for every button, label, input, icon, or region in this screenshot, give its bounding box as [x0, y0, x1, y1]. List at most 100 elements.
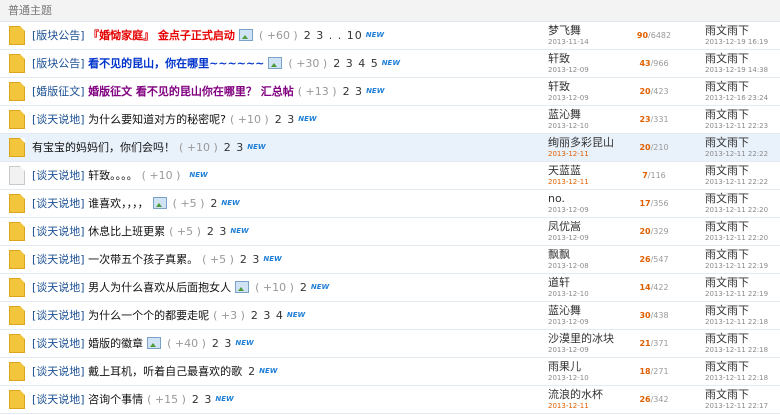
thread-subject-link[interactable]: 为什么要知道对方的秘密呢?	[88, 113, 226, 126]
last-poster-link[interactable]: 雨文雨下	[705, 24, 779, 37]
thread-row[interactable]: [版块公告] 『婚恸家庭』 金点子正式启动 ( +60 ) 2 3 . . 10 NE…	[0, 22, 780, 50]
last-post-time[interactable]: 2013-12-11 22:20	[705, 205, 779, 216]
author-link[interactable]: 轩致	[548, 80, 638, 93]
page-links[interactable]: 2 3 4 5	[333, 57, 378, 70]
author-link[interactable]: 蓝沁舞	[548, 108, 638, 121]
thread-subject-link[interactable]: 咨询个事情	[88, 393, 143, 406]
last-post-time[interactable]: 2013-12-19 14:38	[705, 65, 779, 76]
thread-category-link[interactable]: [谈天说地]	[32, 253, 85, 266]
thread-category-link[interactable]: [谈天说地]	[32, 281, 85, 294]
last-post-time[interactable]: 2013-12-11 22:18	[705, 317, 779, 328]
last-post-time[interactable]: 2013-12-11 22:23	[705, 121, 779, 132]
thread-row[interactable]: [谈天说地] 为什么要知道对方的秘密呢?( +10 ) 2 3 NEW 蓝沁舞 2013…	[0, 106, 780, 134]
thread-subject-link[interactable]: 『婚恸家庭』 金点子正式启动	[88, 29, 235, 42]
thread-subject-link[interactable]: 谁喜欢，，，，	[88, 197, 149, 210]
thread-row[interactable]: [谈天说地] 一次带五个孩子真累。 ( +5 ) 2 3 NEW 飘飘 2013-12-0…	[0, 246, 780, 274]
thread-row[interactable]: [谈天说地] 休息比上班更累( +5 ) 2 3 NEW 凤优嵩 2013-12-09 2…	[0, 218, 780, 246]
last-poster-link[interactable]: 雨文雨下	[705, 80, 779, 93]
last-poster-link[interactable]: 雨文雨下	[705, 52, 779, 65]
last-poster-link[interactable]: 雨文雨下	[705, 388, 779, 401]
thread-row[interactable]: [谈天说地] 谁喜欢，，，，( +5 ) 2 NEW no. 2013-12-09 17/…	[0, 190, 780, 218]
page-links[interactable]: 2	[210, 197, 218, 210]
last-poster-link[interactable]: 雨文雨下	[705, 136, 779, 149]
page-links[interactable]: 2 3	[224, 141, 245, 154]
thread-row[interactable]: [婚版征文] 婚版征文 看不见的昆山你在哪里？ 汇总帖( +13 ) 2 3 NEW…	[0, 78, 780, 106]
page-links[interactable]: 2	[300, 281, 308, 294]
last-poster-link[interactable]: 雨文雨下	[705, 192, 779, 205]
last-poster-link[interactable]: 雨文雨下	[705, 332, 779, 345]
last-poster-link[interactable]: 雨文雨下	[705, 164, 779, 177]
author-link[interactable]: 蓝沁舞	[548, 304, 638, 317]
thread-row[interactable]: [谈天说地] 为什么一个个的都要走呢( +3 ) 2 3 4 NEW 蓝沁舞 2013-…	[0, 302, 780, 330]
thread-subject-link[interactable]: 轩致。。。。	[88, 169, 138, 182]
author-link[interactable]: 凤优嵩	[548, 220, 638, 233]
author-link[interactable]: 雨果儿	[548, 360, 638, 373]
thread-category-link[interactable]: [谈天说地]	[32, 365, 85, 378]
thread-title-cell: [谈天说地] 为什么一个个的都要走呢 ( +3 ) 2 3 4 NEW	[32, 302, 305, 329]
author-cell: 道轩 2013-12-10	[548, 276, 638, 300]
thread-category-link[interactable]: [谈天说地]	[32, 169, 85, 182]
author-link[interactable]: 沙漠里的冰块	[548, 332, 638, 345]
page-links[interactable]: 2 3	[212, 337, 233, 350]
thread-row[interactable]: [谈天说地] 戴上耳机，听着自己最喜欢的歌 2 NEW 雨果儿 2013-12-10 18…	[0, 358, 780, 386]
thread-subject-link[interactable]: 一次带五个孩子真累。	[88, 253, 198, 266]
page-links[interactable]: 2 3	[207, 225, 228, 238]
thread-row[interactable]: 有宝宝的妈妈们，你们会吗！( +10 ) 2 3 NEW 绚丽多彩昆山 2013-12-…	[0, 134, 780, 162]
thread-subject-link[interactable]: 戴上耳机，听着自己最喜欢的歌	[88, 365, 242, 378]
last-poster-link[interactable]: 雨文雨下	[705, 304, 779, 317]
thread-category-link[interactable]: [谈天说地]	[32, 197, 85, 210]
thread-subject-link[interactable]: 婚版征文 看不见的昆山你在哪里？ 汇总帖	[88, 85, 294, 98]
thread-row[interactable]: [版块公告] 看不见的昆山，你在哪里~~~~~~ ( +30 ) 2 3 4 5 NE…	[0, 50, 780, 78]
page-links[interactable]: 2 3 4	[251, 309, 284, 322]
author-link[interactable]: 道轩	[548, 276, 638, 289]
thread-row[interactable]: [谈天说地] 婚版的徽章 ( +40 ) 2 3 NEW 沙漠里的冰块 2013-12-0…	[0, 330, 780, 358]
author-link[interactable]: 流浪的水杯	[548, 388, 638, 401]
thread-category-link[interactable]: [谈天说地]	[32, 337, 85, 350]
thread-category-link[interactable]: [谈天说地]	[32, 225, 85, 238]
folder-icon	[9, 54, 25, 73]
thread-category-link[interactable]: [谈天说地]	[32, 309, 85, 322]
author-link[interactable]: 天蓝蓝	[548, 164, 638, 177]
thread-row[interactable]: [谈天说地] 男人为什么喜欢从后面抱女人( +10 ) 2 NEW 道轩 2013-12…	[0, 274, 780, 302]
thread-category-link[interactable]: [婚版征文]	[32, 85, 85, 98]
thread-row[interactable]: [谈天说地] 咨询个事情( +15 ) 2 3 NEW 流浪的水杯 2013-12-11…	[0, 386, 780, 414]
last-post-time[interactable]: 2013-12-11 22:18	[705, 345, 779, 356]
author-link[interactable]: 轩致	[548, 52, 638, 65]
last-poster-link[interactable]: 雨文雨下	[705, 248, 779, 261]
thread-subject-link[interactable]: 有宝宝的妈妈们，你们会吗！	[32, 141, 175, 154]
thread-subject-link[interactable]: 男人为什么喜欢从后面抱女人	[88, 281, 231, 294]
thread-category-link[interactable]: [谈天说地]	[32, 113, 85, 126]
page-links[interactable]: 2 3	[343, 85, 364, 98]
last-poster-link[interactable]: 雨文雨下	[705, 220, 779, 233]
page-links[interactable]: 2 3	[192, 393, 213, 406]
author-link[interactable]: 飘飘	[548, 248, 638, 261]
last-post-time[interactable]: 2013-12-11 22:20	[705, 233, 779, 244]
last-poster-link[interactable]: 雨文雨下	[705, 360, 779, 373]
thread-subject-link[interactable]: 婚版的徽章	[88, 337, 143, 350]
thread-category-link[interactable]: [版块公告]	[32, 29, 85, 42]
last-post-time[interactable]: 2013-12-19 16:19	[705, 37, 779, 48]
last-post-time[interactable]: 2013-12-11 22:19	[705, 289, 779, 300]
page-links[interactable]: 2 3 . . 10	[304, 29, 363, 42]
last-post-time[interactable]: 2013-12-11 22:19	[705, 261, 779, 272]
thread-category-link[interactable]: [版块公告]	[32, 57, 85, 70]
last-post-time[interactable]: 2013-12-16 23:24	[705, 93, 779, 104]
last-post-time[interactable]: 2013-12-11 22:17	[705, 401, 779, 412]
thread-subject-link[interactable]: 休息比上班更累	[88, 225, 165, 238]
thread-subject-link[interactable]: 看不见的昆山，你在哪里~~~~~~	[88, 57, 264, 70]
thread-row[interactable]: [谈天说地] 轩致。。。。( +10 ) NEW 天蓝蓝 2013-12-11 7/11…	[0, 162, 780, 190]
author-link[interactable]: 梦飞舞	[548, 24, 638, 37]
last-poster-link[interactable]: 雨文雨下	[705, 276, 779, 289]
last-post-time[interactable]: 2013-12-11 22:22	[705, 177, 779, 188]
last-post-time[interactable]: 2013-12-11 22:22	[705, 149, 779, 160]
page-links[interactable]: 2 3	[275, 113, 296, 126]
last-post-time[interactable]: 2013-12-11 22:18	[705, 373, 779, 384]
page-links[interactable]: 2 3	[240, 253, 261, 266]
thread-category-link[interactable]: [谈天说地]	[32, 393, 85, 406]
last-poster-link[interactable]: 雨文雨下	[705, 108, 779, 121]
last-post-cell: 雨文雨下 2013-12-11 22:18	[705, 304, 779, 328]
page-links[interactable]: 2	[248, 365, 256, 378]
author-link[interactable]: no.	[548, 192, 638, 205]
author-link[interactable]: 绚丽多彩昆山	[548, 136, 638, 149]
thread-subject-link[interactable]: 为什么一个个的都要走呢	[88, 309, 209, 322]
